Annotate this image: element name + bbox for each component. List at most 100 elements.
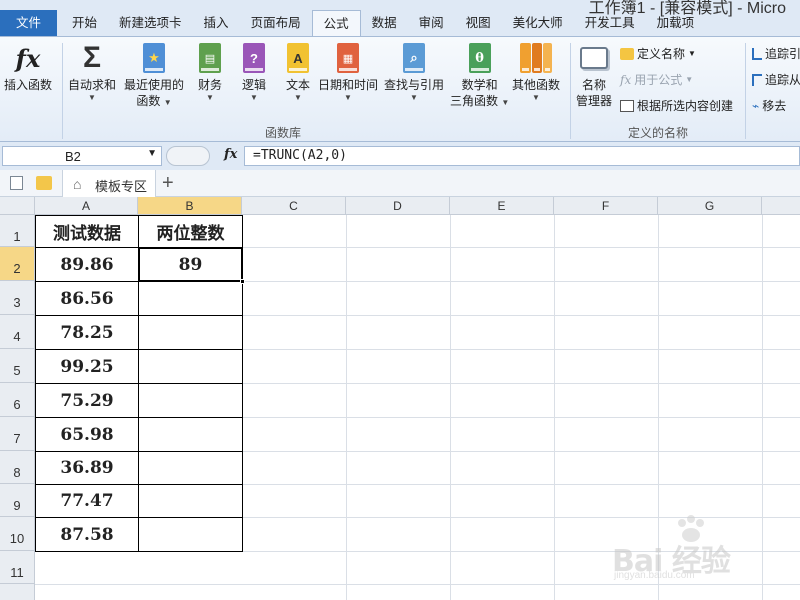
row-header-2[interactable]: 2 <box>0 247 35 281</box>
create-from-selection-button[interactable]: 根据所选内容创建 <box>620 97 733 114</box>
insert-function-button[interactable]: fx 插入函数 <box>4 41 52 93</box>
column-header-b[interactable]: B <box>138 197 242 215</box>
cell-b8[interactable] <box>138 451 243 485</box>
column-header-d[interactable]: D <box>346 197 450 215</box>
cell-b7[interactable] <box>138 417 243 452</box>
cell-a3[interactable]: 86.56 <box>35 281 139 316</box>
ribbon-separator <box>570 43 571 139</box>
formula-bar: B2 ▼ fx =TRUNC(A2,0) <box>0 142 800 170</box>
tab-page-layout[interactable]: 页面布局 <box>240 10 312 36</box>
cell-a8[interactable]: 36.89 <box>35 451 139 485</box>
ribbon: fx 插入函数 Σ 自动求和 ▼ ★ 最近使用的 函数 ▼ ▤ 财务 ▼ ? 逻… <box>0 36 800 142</box>
tab-beautify-master[interactable]: 美化大师 <box>502 10 574 36</box>
column-header-g[interactable]: G <box>658 197 762 215</box>
chevron-down-icon[interactable]: ▼ <box>147 148 157 159</box>
template-zone-tab[interactable]: ⌂ 模板专区 <box>62 170 156 197</box>
chevron-down-icon: ▼ <box>685 75 694 84</box>
math-trig-button[interactable]: θ 数学和 三角函数 ▼ <box>450 41 509 109</box>
cell-a10[interactable]: 87.58 <box>35 517 139 552</box>
name-box[interactable]: B2 ▼ <box>2 146 162 166</box>
cell-b5[interactable] <box>138 349 243 384</box>
group-label-defined-names: 定义的名称 <box>628 126 689 140</box>
cell-b3[interactable] <box>138 281 243 316</box>
finance-book-icon: ▤ <box>194 41 226 75</box>
name-box-value: B2 <box>65 149 81 164</box>
fill-handle[interactable] <box>240 279 245 284</box>
row-header-1[interactable]: 1 <box>0 215 35 247</box>
baidu-watermark: Bai 经验 jingyan.baidu.com <box>612 514 792 584</box>
row-header-5[interactable]: 5 <box>0 349 35 383</box>
trace-precedents-button[interactable]: 追踪引 <box>752 45 800 62</box>
autosum-button[interactable]: Σ 自动求和 ▼ <box>68 41 116 103</box>
fx-icon: fx <box>620 72 632 87</box>
column-header-a[interactable]: A <box>35 197 138 215</box>
cell-a6[interactable]: 75.29 <box>35 383 139 418</box>
cell-b4[interactable] <box>138 315 243 350</box>
chevron-down-icon: ▼ <box>88 93 96 102</box>
use-in-formula-button[interactable]: fx 用于公式 ▼ <box>620 71 693 88</box>
row-header-3[interactable]: 3 <box>0 281 35 315</box>
column-header-h[interactable] <box>762 197 800 215</box>
tab-review[interactable]: 审阅 <box>408 10 455 36</box>
row-header-10[interactable]: 10 <box>0 517 35 551</box>
tab-data[interactable]: 数据 <box>361 10 408 36</box>
trace-dependents-button[interactable]: 追踪从 <box>752 71 800 88</box>
tab-file[interactable]: 文件 <box>0 10 58 36</box>
text-button[interactable]: A 文本 ▼ <box>282 41 314 103</box>
column-header-f[interactable]: F <box>554 197 658 215</box>
recently-used-button[interactable]: ★ 最近使用的 函数 ▼ <box>124 41 184 109</box>
tab-home[interactable]: 开始 <box>61 10 108 36</box>
date-time-button[interactable]: ▦ 日期和时间 ▼ <box>318 41 378 103</box>
chevron-down-icon: ▼ <box>206 93 214 102</box>
workbook-tab-strip: ⌂ 模板专区 + <box>0 170 800 197</box>
cell-b10[interactable] <box>138 517 243 552</box>
more-functions-button[interactable]: 其他函数 ▼ <box>512 41 560 103</box>
tab-insert[interactable]: 插入 <box>193 10 240 36</box>
financial-button[interactable]: ▤ 财务 ▼ <box>194 41 226 103</box>
cell-a9[interactable]: 77.47 <box>35 484 139 518</box>
cell-a4[interactable]: 78.25 <box>35 315 139 350</box>
tab-developer[interactable]: 开发工具 <box>574 10 646 36</box>
cell-b9[interactable] <box>138 484 243 518</box>
tab-new-tab[interactable]: 新建选项卡 <box>108 10 193 36</box>
row-header-9[interactable]: 9 <box>0 484 35 517</box>
new-document-icon[interactable] <box>10 176 23 190</box>
row-header-7[interactable]: 7 <box>0 417 35 451</box>
cell-a5[interactable]: 99.25 <box>35 349 139 384</box>
logical-button[interactable]: ? 逻辑 ▼ <box>238 41 270 103</box>
remove-arrows-button[interactable]: ⌁ 移去 <box>752 97 786 114</box>
trace-arrow-icon <box>752 47 762 60</box>
chevron-down-icon: ▼ <box>344 93 352 102</box>
column-header-c[interactable]: C <box>242 197 346 215</box>
cell-a7[interactable]: 65.98 <box>35 417 139 452</box>
row-header-11[interactable]: 11 <box>0 551 35 584</box>
chevron-down-icon: ▼ <box>688 49 696 58</box>
select-all-corner[interactable] <box>0 197 35 215</box>
text-book-icon: A <box>282 41 314 75</box>
title-bar: 工作簿1 - [兼容模式] - Micro 文件 开始 新建选项卡 插入 页面布… <box>0 0 800 37</box>
row-header-12[interactable] <box>0 584 35 600</box>
row-header-6[interactable]: 6 <box>0 383 35 417</box>
name-manager-icon <box>578 41 610 75</box>
insert-function-fx-icon[interactable]: fx <box>224 147 237 162</box>
formula-input[interactable]: =TRUNC(A2,0) <box>244 146 800 166</box>
formula-bar-toggle[interactable] <box>166 146 210 166</box>
tab-view[interactable]: 视图 <box>455 10 502 36</box>
lookup-reference-button[interactable]: ⌕ 查找与引用 ▼ <box>384 41 444 103</box>
chevron-down-icon: ▼ <box>250 93 258 102</box>
cell-a2[interactable]: 89.86 <box>35 247 139 282</box>
tab-addins[interactable]: 加载项 <box>646 10 706 36</box>
cell-a1[interactable]: 测试数据 <box>35 215 139 248</box>
row-header-4[interactable]: 4 <box>0 315 35 349</box>
column-header-e[interactable]: E <box>450 197 554 215</box>
cell-b2-selected[interactable]: 89 <box>138 247 243 282</box>
add-tab-button[interactable]: + <box>162 172 174 194</box>
name-manager-button[interactable]: 名称 管理器 <box>576 41 612 109</box>
define-name-button[interactable]: 定义名称 ▼ <box>620 45 696 62</box>
cell-b6[interactable] <box>138 383 243 418</box>
row-header-8[interactable]: 8 <box>0 451 35 484</box>
theta-book-icon: θ <box>464 41 496 75</box>
tab-formulas[interactable]: 公式 <box>311 10 361 37</box>
cell-b1[interactable]: 两位整数 <box>138 215 243 248</box>
folder-icon[interactable] <box>36 176 52 190</box>
